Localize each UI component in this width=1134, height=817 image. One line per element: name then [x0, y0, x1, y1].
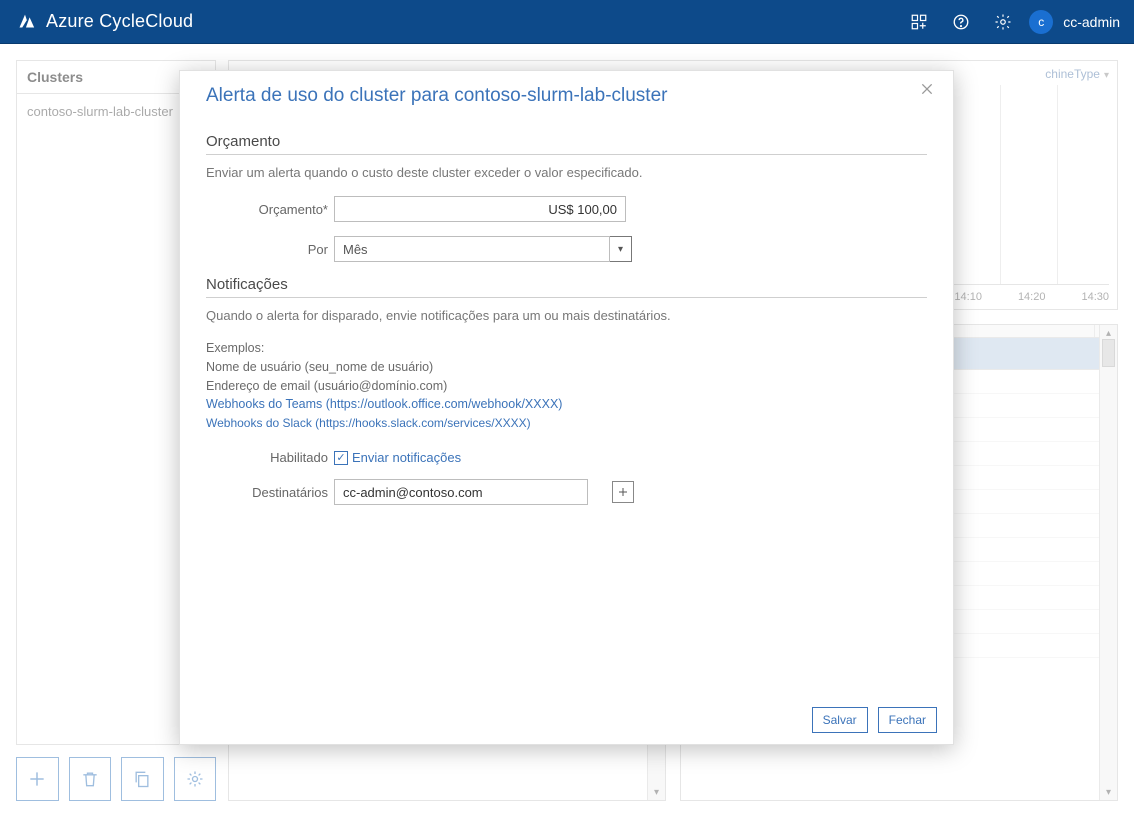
user-name[interactable]: cc-admin — [1063, 14, 1120, 30]
save-button[interactable]: Salvar — [812, 707, 868, 733]
budget-label: Orçamento* — [206, 202, 334, 217]
enabled-label: Habilitado — [206, 450, 334, 465]
extensions-icon[interactable] — [903, 6, 935, 38]
avatar[interactable]: c — [1029, 10, 1053, 34]
add-recipient-button[interactable] — [612, 481, 634, 503]
recipients-label: Destinatários — [206, 485, 334, 500]
budget-per-select[interactable]: Mês — [334, 236, 610, 262]
enabled-text: Enviar notificações — [352, 450, 461, 465]
cluster-usage-alert-modal: Alerta de uso do cluster para contoso-sl… — [179, 70, 954, 745]
notifications-heading: Notificações — [206, 276, 927, 293]
budget-desc: Enviar um alerta quando o custo deste cl… — [206, 165, 927, 180]
budget-heading: Orçamento — [206, 133, 927, 150]
gear-icon[interactable] — [987, 6, 1019, 38]
notifications-examples: Exemplos: Nome de usuário (seu_nome de u… — [206, 339, 927, 432]
budget-input[interactable] — [334, 196, 626, 222]
close-icon[interactable] — [919, 81, 943, 105]
avatar-initial: c — [1038, 15, 1044, 29]
recipients-input[interactable] — [334, 479, 588, 505]
azure-logo-icon — [14, 11, 36, 33]
enabled-checkbox[interactable]: ✓ — [334, 451, 348, 465]
product-title: Azure CycleCloud — [46, 11, 193, 32]
topbar: Azure CycleCloud c cc-admin — [0, 0, 1134, 44]
chevron-down-icon[interactable]: ▾ — [610, 236, 632, 262]
close-button[interactable]: Fechar — [878, 707, 937, 733]
notifications-desc: Quando o alerta for disparado, envie not… — [206, 308, 927, 323]
modal-title: Alerta de uso do cluster para contoso-sl… — [180, 71, 953, 113]
help-icon[interactable] — [945, 6, 977, 38]
budget-per-label: Por — [206, 242, 334, 257]
